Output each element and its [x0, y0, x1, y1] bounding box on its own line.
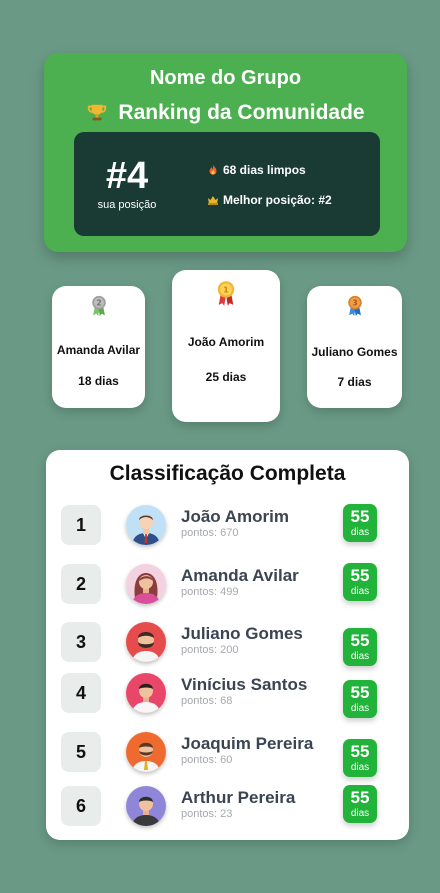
- podium-card-second[interactable]: 2 Amanda Avilar 18 dias: [52, 286, 145, 408]
- days-label: dias: [350, 527, 370, 538]
- row-name: João Amorim: [181, 507, 290, 526]
- avatar: [126, 505, 166, 545]
- bronze-medal-icon: 3: [346, 295, 363, 322]
- row-points: pontos: 499: [181, 586, 239, 598]
- trophy-icon: [86, 102, 108, 124]
- days-badge: 55 dias: [343, 680, 377, 718]
- ranking-row[interactable]: 6 Arthur Pereira pontos: 23 55 dias: [46, 784, 409, 828]
- podium-card-third[interactable]: 3 Juliano Gomes 7 dias: [307, 286, 402, 408]
- days-badge: 55 dias: [343, 504, 377, 542]
- fire-icon: [207, 164, 219, 176]
- days-badge: 55 dias: [343, 628, 377, 666]
- ranking-title-row: Ranking da Comunidade: [44, 101, 407, 125]
- rank-number: 2: [61, 564, 101, 604]
- svg-text:1: 1: [223, 285, 229, 295]
- podium-second-days: 18 dias: [78, 374, 119, 388]
- full-ranking-card: Classificação Completa 1 João Amorim pon…: [46, 450, 409, 840]
- days-count: 55: [350, 683, 370, 702]
- days-label: dias: [350, 808, 370, 819]
- gold-medal-icon: 1: [216, 280, 236, 313]
- podium-card-first[interactable]: 1 João Amorim 25 dias: [172, 270, 280, 422]
- row-points: pontos: 68: [181, 695, 233, 707]
- row-points: pontos: 200: [181, 644, 239, 656]
- row-name: Arthur Pereira: [181, 788, 296, 807]
- days-count: 55: [350, 788, 370, 807]
- group-header-card: Nome do Grupo Ranking da Comunidade #4 s…: [44, 53, 407, 252]
- avatar: [126, 786, 166, 826]
- my-position-panel: #4 sua posição 68 dias limpos Melhor pos…: [74, 132, 380, 236]
- full-ranking-title: Classificação Completa: [109, 462, 346, 485]
- row-name: Juliano Gomes: [181, 624, 303, 643]
- rank-number: 1: [61, 505, 101, 545]
- ranking-row[interactable]: 5 Joaquim Pereira pontos: 60 55 dias: [46, 730, 409, 777]
- crown-icon: [207, 194, 219, 206]
- podium-third-days: 7 dias: [337, 375, 372, 389]
- avatar: [126, 732, 166, 772]
- best-position-stat: Melhor posição: #2: [207, 193, 332, 207]
- row-name: Amanda Avilar: [181, 566, 299, 585]
- rank-number: 4: [61, 673, 101, 713]
- days-count: 55: [350, 507, 370, 526]
- silver-medal-icon: 2: [90, 295, 107, 322]
- row-name: Joaquim Pereira: [181, 734, 314, 753]
- best-position-text: Melhor posição: #2: [223, 193, 332, 207]
- row-points: pontos: 23: [181, 808, 233, 820]
- days-count: 55: [350, 742, 370, 761]
- ranking-title: Ranking da Comunidade: [118, 101, 365, 124]
- days-badge: 55 dias: [343, 739, 377, 777]
- svg-text:3: 3: [352, 299, 357, 308]
- rank-number: 3: [61, 622, 101, 662]
- podium-first-name: João Amorim: [187, 335, 265, 349]
- row-points: pontos: 60: [181, 754, 233, 766]
- svg-text:2: 2: [96, 299, 101, 308]
- clean-days-stat: 68 dias limpos: [207, 163, 306, 177]
- my-rank: #4: [105, 155, 149, 197]
- days-count: 55: [350, 566, 370, 585]
- row-points: pontos: 670: [181, 527, 239, 539]
- days-label: dias: [350, 586, 370, 597]
- avatar: [126, 564, 166, 604]
- podium-second-name: Amanda Avilar: [56, 343, 141, 357]
- podium-third-name: Juliano Gomes: [311, 345, 398, 359]
- days-badge: 55 dias: [343, 563, 377, 601]
- days-badge: 55 dias: [343, 785, 377, 823]
- days-label: dias: [350, 651, 370, 662]
- days-count: 55: [350, 631, 370, 650]
- ranking-row[interactable]: 2 Amanda Avilar pontos: 499 55 dias: [46, 562, 409, 606]
- avatar: [126, 622, 166, 662]
- ranking-row[interactable]: 1 João Amorim pontos: 670 55 dias: [46, 503, 409, 547]
- ranking-row[interactable]: 4 Vinícius Santos pontos: 68 55 dias: [46, 671, 409, 718]
- days-label: dias: [350, 703, 370, 714]
- days-label: dias: [350, 762, 370, 773]
- ranking-row[interactable]: 3 Juliano Gomes pontos: 200 55 dias: [46, 620, 409, 666]
- row-name: Vinícius Santos: [181, 675, 308, 694]
- avatar: [126, 673, 166, 713]
- my-rank-label: sua posição: [97, 199, 157, 211]
- rank-number: 5: [61, 732, 101, 772]
- group-name: Nome do Grupo: [149, 67, 302, 89]
- rank-number: 6: [61, 786, 101, 826]
- podium-first-days: 25 dias: [205, 370, 247, 384]
- clean-days-text: 68 dias limpos: [223, 163, 306, 177]
